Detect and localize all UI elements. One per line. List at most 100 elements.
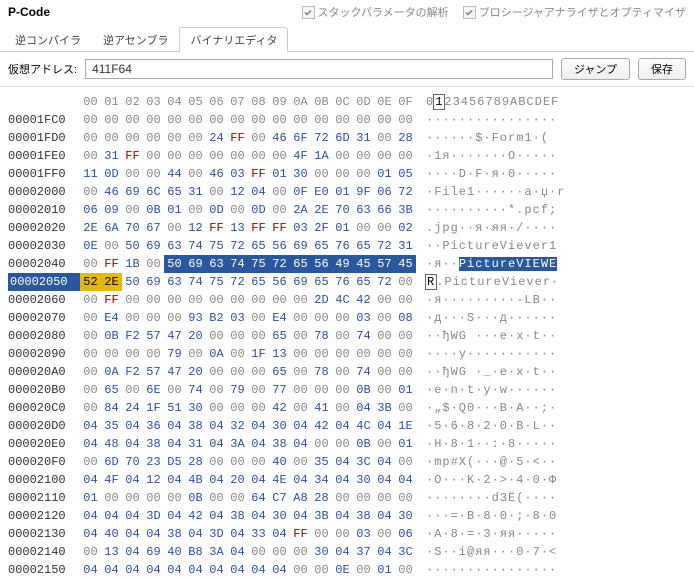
hex-byte[interactable]: 45 xyxy=(395,255,416,273)
hex-byte[interactable]: 3D xyxy=(143,507,164,525)
hex-byte[interactable]: 65 xyxy=(248,273,269,291)
hex-byte[interactable]: 69 xyxy=(143,237,164,255)
hex-byte[interactable]: 00 xyxy=(122,309,143,327)
hex-byte[interactable]: 04 xyxy=(290,435,311,453)
hex-byte[interactable]: 00 xyxy=(248,129,269,147)
hex-byte[interactable]: 42 xyxy=(269,399,290,417)
hex-byte[interactable]: 63 xyxy=(206,255,227,273)
hex-byte[interactable]: 00 xyxy=(206,453,227,471)
hex-byte[interactable]: 78 xyxy=(311,327,332,345)
hex-byte[interactable]: 31 xyxy=(185,183,206,201)
hex-byte[interactable]: 00 xyxy=(311,345,332,363)
hex-byte[interactable]: 0B xyxy=(185,489,206,507)
hex-byte[interactable]: 00 xyxy=(143,165,164,183)
hex-byte[interactable]: 1F xyxy=(143,399,164,417)
hex-byte[interactable]: 00 xyxy=(185,147,206,165)
hex-byte[interactable]: 04 xyxy=(122,471,143,489)
hex-byte[interactable]: 04 xyxy=(332,543,353,561)
hex-byte[interactable]: 31 xyxy=(395,237,416,255)
hex-byte[interactable]: 1F xyxy=(248,345,269,363)
hex-row[interactable]: 00001FF0110D000044004603FF01300000000105… xyxy=(8,165,690,183)
hex-byte[interactable]: 35 xyxy=(101,417,122,435)
hex-byte[interactable]: 04 xyxy=(227,543,248,561)
hex-byte[interactable]: 00 xyxy=(143,255,164,273)
hex-byte[interactable]: 20 xyxy=(185,327,206,345)
hex-byte[interactable]: 04 xyxy=(206,561,227,578)
hex-byte[interactable]: 04 xyxy=(332,417,353,435)
hex-row[interactable]: 000020900000000079000A001F13000000000000… xyxy=(8,345,690,363)
hex-byte[interactable]: 4F xyxy=(290,147,311,165)
hex-byte[interactable]: 04 xyxy=(290,417,311,435)
hex-byte[interactable]: 2E xyxy=(101,273,122,291)
hex-byte[interactable]: 00 xyxy=(206,183,227,201)
hex-byte[interactable]: 00 xyxy=(143,309,164,327)
hex-byte[interactable]: 30 xyxy=(290,165,311,183)
hex-byte[interactable]: 3B xyxy=(395,201,416,219)
hex-byte[interactable]: 00 xyxy=(122,381,143,399)
hex-byte[interactable]: 78 xyxy=(311,363,332,381)
hex-byte[interactable]: 38 xyxy=(143,435,164,453)
hex-byte[interactable]: FF xyxy=(206,219,227,237)
hex-byte[interactable]: 30 xyxy=(185,399,206,417)
hex-byte[interactable]: 72 xyxy=(227,237,248,255)
hex-byte[interactable]: 00 xyxy=(80,111,101,129)
hex-byte[interactable]: 0E xyxy=(332,561,353,578)
hex-byte[interactable]: 00 xyxy=(164,381,185,399)
hex-byte[interactable]: 46 xyxy=(206,165,227,183)
hex-row[interactable]: 000020F0006D7023D528000000400035043C0400… xyxy=(8,453,690,471)
hex-byte[interactable]: 00 xyxy=(269,201,290,219)
hex-byte[interactable]: 00 xyxy=(269,543,290,561)
hex-byte[interactable]: 00 xyxy=(80,309,101,327)
hex-byte[interactable]: 04 xyxy=(80,435,101,453)
hex-byte[interactable]: 04 xyxy=(164,417,185,435)
hex-byte[interactable]: 36 xyxy=(143,417,164,435)
hex-row[interactable]: 0000207000E400000093B20300E4000000030008… xyxy=(8,309,690,327)
hex-byte[interactable]: 38 xyxy=(353,507,374,525)
hex-byte[interactable]: 0B xyxy=(143,201,164,219)
hex-byte[interactable]: 00 xyxy=(332,309,353,327)
hex-byte[interactable]: 72 xyxy=(269,255,290,273)
hex-byte[interactable]: 3B xyxy=(311,507,332,525)
hex-byte[interactable]: 01 xyxy=(164,201,185,219)
hex-byte[interactable]: 00 xyxy=(206,291,227,309)
hex-byte[interactable]: 6D xyxy=(101,453,122,471)
hex-row[interactable]: 0000211001000000000B000064C7A82800000000… xyxy=(8,489,690,507)
hex-byte[interactable]: 04 xyxy=(290,471,311,489)
hex-row[interactable]: 000020A0000AF257472000000065007800740000… xyxy=(8,363,690,381)
hex-byte[interactable]: 00 xyxy=(374,291,395,309)
hex-byte[interactable]: 69 xyxy=(185,255,206,273)
tab-disassembler[interactable]: 逆アセンブラ xyxy=(92,27,179,52)
hex-byte[interactable]: 00 xyxy=(206,363,227,381)
hex-byte[interactable]: 63 xyxy=(353,201,374,219)
hex-byte[interactable]: 00 xyxy=(122,489,143,507)
hex-byte[interactable]: 00 xyxy=(101,111,122,129)
hex-byte[interactable]: 3A xyxy=(206,543,227,561)
hex-byte[interactable]: 00 xyxy=(374,435,395,453)
hex-byte[interactable]: 65 xyxy=(269,327,290,345)
hex-byte[interactable]: 00 xyxy=(290,561,311,578)
hex-byte[interactable]: 01 xyxy=(374,561,395,578)
hex-byte[interactable]: 00 xyxy=(80,291,101,309)
hex-byte[interactable]: 46 xyxy=(101,183,122,201)
hex-byte[interactable]: 00 xyxy=(374,219,395,237)
hex-byte[interactable]: 65 xyxy=(164,183,185,201)
hex-byte[interactable]: 00 xyxy=(206,381,227,399)
hex-byte[interactable]: 03 xyxy=(353,309,374,327)
hex-byte[interactable]: 04 xyxy=(248,507,269,525)
hex-byte[interactable]: 04 xyxy=(185,525,206,543)
hex-byte[interactable]: 0D xyxy=(248,201,269,219)
hex-byte[interactable]: 79 xyxy=(227,381,248,399)
hex-byte[interactable]: 47 xyxy=(164,327,185,345)
hex-byte[interactable]: 00 xyxy=(353,219,374,237)
hex-row[interactable]: 000020C00084241F513000000042004100043B00… xyxy=(8,399,690,417)
hex-byte[interactable]: 00 xyxy=(395,327,416,345)
hex-byte[interactable]: 04 xyxy=(227,561,248,578)
hex-byte[interactable]: 38 xyxy=(185,417,206,435)
hex-byte[interactable]: 00 xyxy=(290,345,311,363)
hex-byte[interactable]: 04 xyxy=(269,561,290,578)
hex-byte[interactable]: 38 xyxy=(164,525,185,543)
hex-byte[interactable]: 32 xyxy=(227,417,248,435)
hex-byte[interactable]: 00 xyxy=(164,309,185,327)
hex-byte[interactable]: 04 xyxy=(206,507,227,525)
hex-byte[interactable]: 00 xyxy=(122,201,143,219)
